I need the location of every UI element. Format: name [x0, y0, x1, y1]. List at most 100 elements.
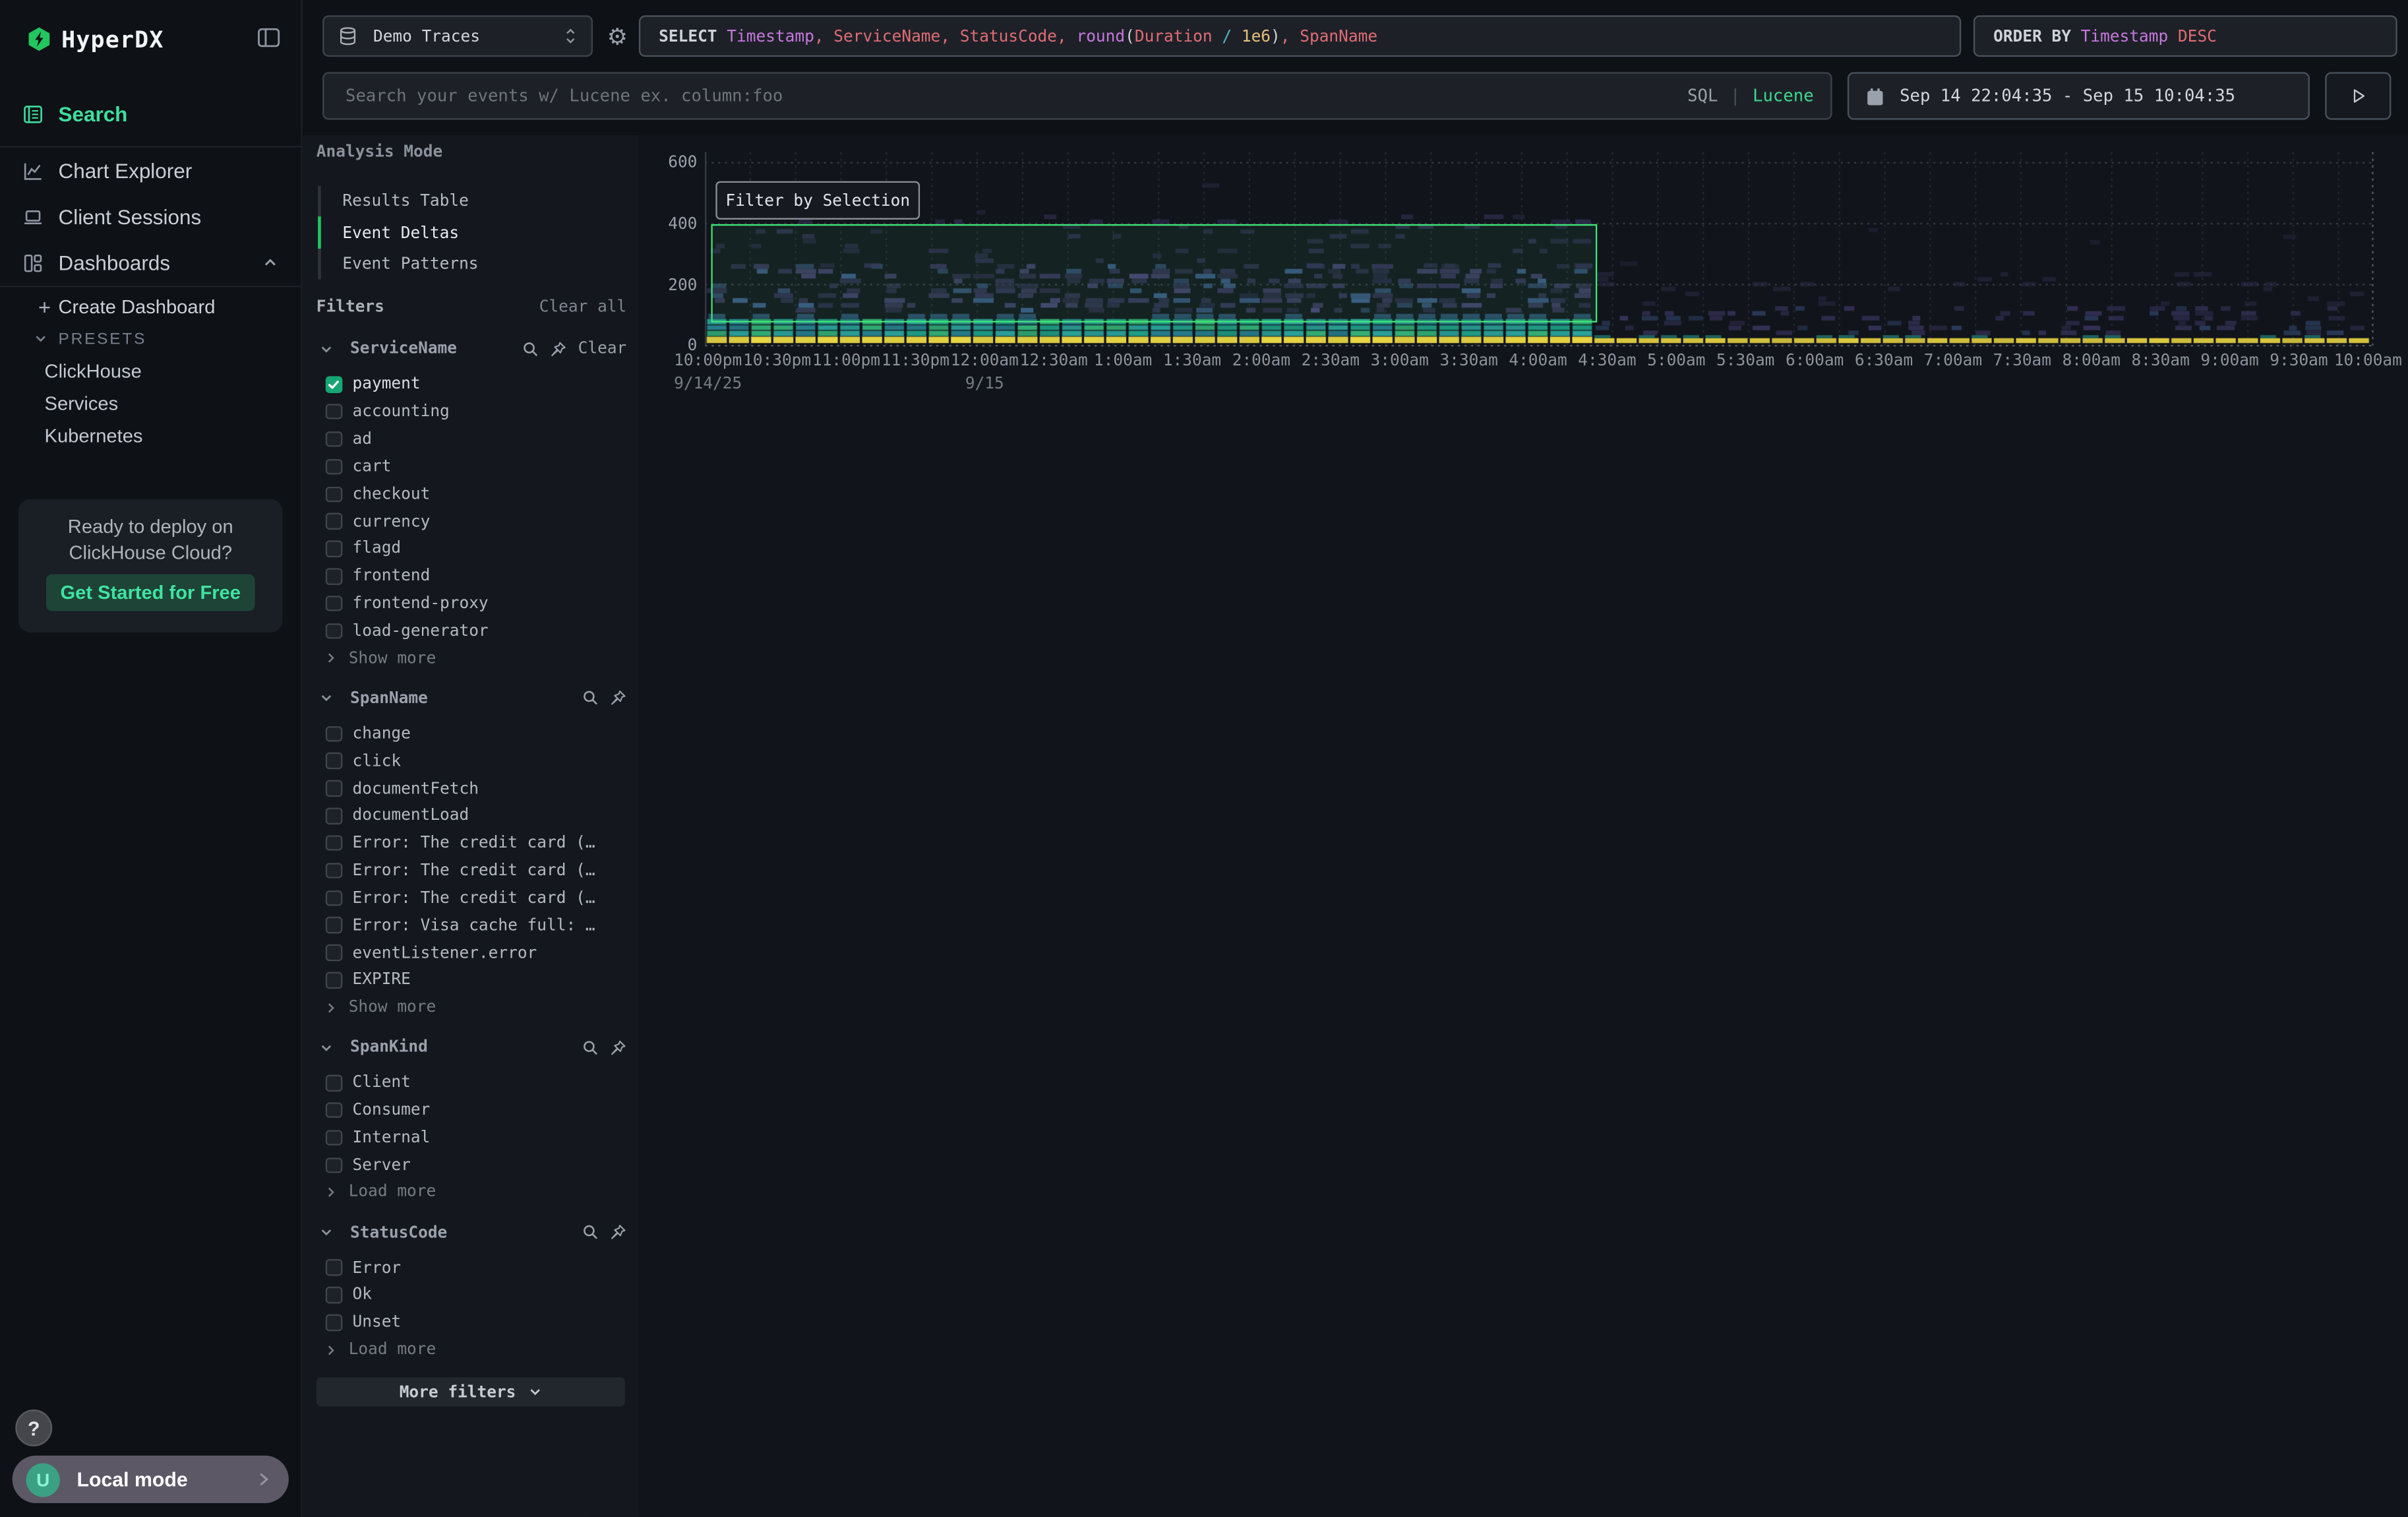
gear-icon[interactable]: ⚙	[603, 18, 631, 55]
filter-checkbox-row-client[interactable]: Client	[303, 1069, 639, 1097]
checkbox-icon[interactable]	[326, 458, 342, 474]
filter-checkbox-row-expire[interactable]: EXPIRE	[303, 966, 639, 994]
checkbox-icon[interactable]	[326, 431, 342, 447]
checkbox-icon[interactable]	[326, 1157, 342, 1173]
filter-checkbox-row-consumer[interactable]: Consumer	[303, 1097, 639, 1125]
filter-checkbox-row-documentfetch[interactable]: documentFetch	[303, 775, 639, 803]
checkbox-icon[interactable]	[326, 917, 342, 933]
filter-checkbox-row-ad[interactable]: ad	[303, 425, 639, 453]
checkbox-icon[interactable]	[326, 568, 342, 584]
filter-checkbox-row-cart[interactable]: cart	[303, 453, 639, 481]
checkbox-icon[interactable]	[326, 944, 342, 960]
filter-checkbox-row-unset[interactable]: Unset	[303, 1309, 639, 1336]
filter-by-selection-tooltip[interactable]: Filter by Selection	[715, 181, 920, 220]
checkbox-icon[interactable]	[326, 890, 342, 906]
sidebar-item-client-sessions[interactable]: Client Sessions	[0, 193, 303, 239]
filter-checkbox-row-frontend-proxy[interactable]: frontend-proxy	[303, 590, 639, 617]
preset-item-services[interactable]: Services	[0, 387, 303, 419]
sidebar-item-dashboards[interactable]: Dashboards	[0, 239, 303, 286]
presets-toggle[interactable]: PRESETS	[0, 323, 303, 355]
filter-checkbox-row-eventlistener-error[interactable]: eventListener.error	[303, 939, 639, 967]
filter-checkbox-row-change[interactable]: change	[303, 720, 639, 748]
orderby-clause-input[interactable]: ORDER BY Timestamp DESC	[1973, 15, 2397, 57]
filter-checkbox-row-internal[interactable]: Internal	[303, 1124, 639, 1152]
filter-checkbox-row-checkout[interactable]: checkout	[303, 480, 639, 508]
checkbox-icon[interactable]	[326, 596, 342, 611]
search-icon[interactable]	[582, 1039, 599, 1057]
pin-icon[interactable]	[551, 341, 568, 358]
chevron-down-icon[interactable]	[319, 342, 333, 356]
chart-selection-rect[interactable]	[711, 224, 1597, 323]
chevron-down-icon[interactable]	[319, 692, 333, 706]
filter-checkbox-row-load-generator[interactable]: load-generator	[303, 617, 639, 645]
chevron-down-icon[interactable]	[319, 1225, 333, 1239]
checkbox-icon[interactable]	[326, 863, 342, 879]
checkbox-icon[interactable]	[326, 1287, 342, 1303]
select-clause-input[interactable]: SELECT Timestamp, ServiceName, StatusCod…	[639, 15, 1961, 57]
pin-icon[interactable]	[610, 1224, 627, 1241]
filter-checkbox-row-currency[interactable]: currency	[303, 508, 639, 536]
filter-checkbox-row-error-the-credit-card[interactable]: Error: The credit card (…	[303, 884, 639, 912]
search-icon[interactable]	[582, 690, 599, 707]
filter-checkbox-row-payment[interactable]: payment	[303, 371, 639, 398]
filter-checkbox-row-error-the-credit-card[interactable]: Error: The credit card (…	[303, 857, 639, 884]
analysis-mode-option-results-table[interactable]: Results Table	[303, 186, 639, 217]
checkbox-icon[interactable]	[326, 541, 342, 557]
filter-group-load-more-button[interactable]: Load more	[303, 1336, 639, 1363]
analysis-mode-option-event-deltas[interactable]: Event Deltas	[303, 217, 639, 248]
create-dashboard-button[interactable]: + Create Dashboard	[0, 290, 303, 323]
pin-icon[interactable]	[610, 1039, 627, 1057]
clear-all-button[interactable]: Clear all	[539, 298, 627, 317]
search-input[interactable]	[342, 84, 1687, 108]
filter-checkbox-row-click[interactable]: click	[303, 747, 639, 775]
checkbox-icon[interactable]	[326, 1102, 342, 1118]
search-icon[interactable]	[523, 341, 540, 358]
checkbox-icon[interactable]	[326, 513, 342, 529]
checkbox-icon[interactable]	[326, 835, 342, 851]
chevron-down-icon[interactable]	[319, 1041, 333, 1055]
checkbox-icon[interactable]	[326, 972, 342, 988]
time-range-picker[interactable]: Sep 14 22:04:35 - Sep 15 10:04:35	[1848, 72, 2310, 119]
filter-checkbox-row-ok[interactable]: Ok	[303, 1282, 639, 1309]
checkbox-icon[interactable]	[326, 753, 342, 769]
filter-checkbox-row-error-visa-cache-full[interactable]: Error: Visa cache full: …	[303, 912, 639, 939]
sidebar-collapse-icon[interactable]	[256, 26, 281, 49]
checkbox-icon[interactable]	[326, 780, 342, 796]
sidebar-item-search[interactable]: Search	[0, 92, 303, 137]
filter-group-show-more-button[interactable]: Show more	[303, 644, 639, 671]
filter-checkbox-row-frontend[interactable]: frontend	[303, 563, 639, 590]
checkbox-icon[interactable]	[326, 1075, 342, 1091]
checkbox-icon[interactable]	[326, 1130, 342, 1146]
filter-checkbox-row-error[interactable]: Error	[303, 1254, 639, 1282]
analysis-mode-option-event-patterns[interactable]: Event Patterns	[303, 249, 639, 280]
pin-icon[interactable]	[610, 690, 627, 707]
filter-checkbox-row-accounting[interactable]: accounting	[303, 398, 639, 426]
checkbox-icon[interactable]	[326, 486, 342, 502]
checkbox-icon[interactable]	[326, 404, 342, 419]
help-button[interactable]: ?	[15, 1409, 52, 1446]
source-select[interactable]: Demo Traces	[322, 15, 593, 57]
preset-item-clickhouse[interactable]: ClickHouse	[0, 355, 303, 387]
get-started-button[interactable]: Get Started for Free	[46, 574, 255, 611]
checkbox-icon[interactable]	[326, 623, 342, 639]
sidebar-item-chart-explorer[interactable]: Chart Explorer	[0, 147, 303, 193]
checkbox-icon[interactable]	[326, 1315, 342, 1330]
preset-item-kubernetes[interactable]: Kubernetes	[0, 419, 303, 452]
filter-group-clear-button[interactable]: Clear	[578, 340, 627, 359]
filter-group-load-more-button[interactable]: Load more	[303, 1179, 639, 1206]
checkbox-icon[interactable]	[326, 1260, 342, 1276]
filter-checkbox-row-flagd[interactable]: flagd	[303, 535, 639, 563]
more-filters-button[interactable]: More filters	[316, 1377, 625, 1406]
checkbox-icon[interactable]	[326, 808, 342, 824]
checkbox-icon[interactable]	[326, 726, 342, 741]
run-query-button[interactable]	[2325, 72, 2391, 119]
filter-checkbox-row-server[interactable]: Server	[303, 1152, 639, 1179]
filter-checkbox-row-error-the-credit-card[interactable]: Error: The credit card (…	[303, 830, 639, 857]
search-icon[interactable]	[582, 1224, 599, 1241]
filter-group-show-more-button[interactable]: Show more	[303, 994, 639, 1021]
language-sql-option[interactable]: SQL	[1687, 86, 1718, 106]
filter-checkbox-row-documentload[interactable]: documentLoad	[303, 802, 639, 830]
account-pill[interactable]: U Local mode	[13, 1456, 289, 1503]
language-lucene-option[interactable]: Lucene	[1753, 86, 1814, 106]
checkbox-checked-icon[interactable]	[326, 377, 342, 392]
